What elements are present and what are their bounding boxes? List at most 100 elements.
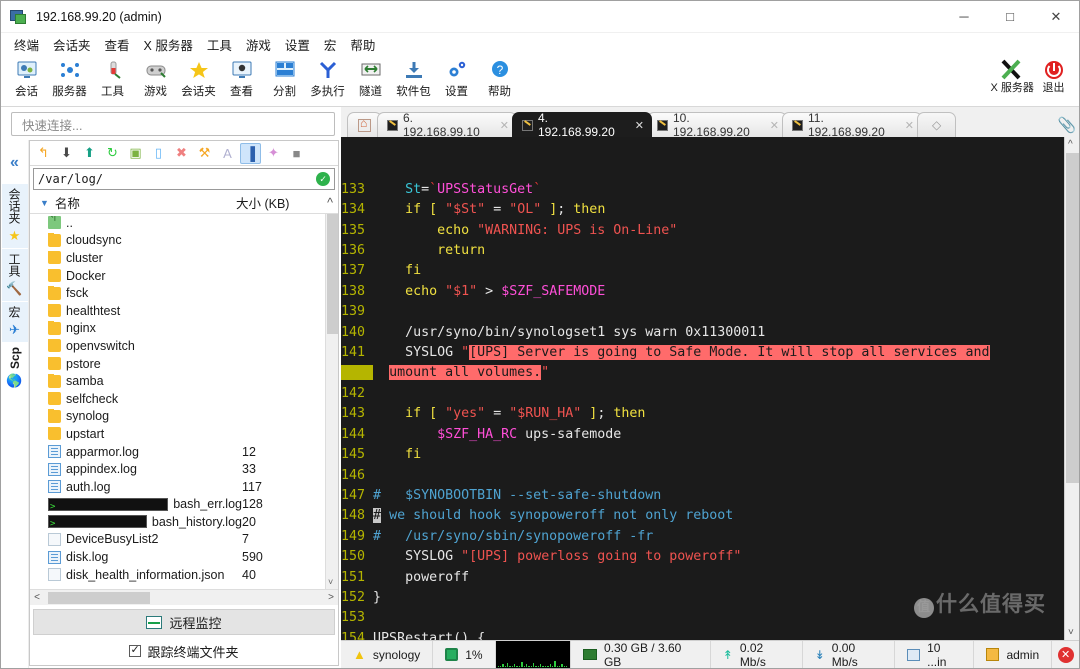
file-row[interactable]: upstart [30,425,338,443]
file-row[interactable]: .. [30,214,338,232]
toolbar-help[interactable]: ? 帮助 [478,55,521,99]
menu-item-8[interactable]: 帮助 [343,33,382,56]
file-row[interactable]: nginx [30,320,338,338]
minimize-button[interactable]: ─ [941,1,987,32]
tab-session-4[interactable]: 11. 192.168.99.20 ✕ [782,111,922,139]
hscroll-track[interactable] [44,591,324,605]
sidebar-vtab-scp[interactable]: Scp 🌎 [1,343,28,394]
file-row[interactable]: synolog [30,408,338,426]
file-row[interactable]: cluster [30,249,338,267]
follow-terminal-folder-checkbox[interactable] [129,643,142,657]
file-row[interactable]: apparmor.log 12 [30,443,338,461]
remote-monitoring-button[interactable]: 远程监控 [33,609,335,635]
file-row[interactable]: disk_health_information.json 40 [30,566,338,584]
scrollbar-thumb[interactable] [327,214,338,334]
tab-session-3[interactable]: 10. 192.168.99.20 ✕ [647,111,787,139]
file-list-horizontal-scrollbar[interactable]: ˂ ˃ [30,589,338,605]
toolbar-games[interactable]: 游戏 [134,55,177,99]
menu-item-3[interactable]: X 服务器 [137,33,200,56]
status-display[interactable]: 10 ...in [895,641,975,669]
file-row[interactable]: bash_history.log20 [30,513,338,531]
sidebar-vtab-item-0[interactable]: 会话夹 ★ [1,184,28,248]
refresh-icon[interactable]: ↻ [102,143,123,164]
new-folder-icon[interactable]: ▣ [125,143,146,164]
tab-close-icon[interactable]: ✕ [770,119,779,132]
status-download[interactable]: ↡ 0.00 Mb/s [803,641,895,669]
text-mode-icon[interactable]: A [217,143,238,164]
sidebar-vtab-item-2[interactable]: 宏 ✈ [1,302,28,342]
file-row[interactable]: samba [30,372,338,390]
toolbar-sessions-folder[interactable]: 会话夹 [177,55,220,99]
new-tab-button[interactable]: ◇ [917,112,957,137]
sidebar-vtab-item-1[interactable]: 工具 🔨 [1,249,28,301]
maximize-button[interactable]: □ [987,1,1033,32]
file-row[interactable]: disk.log 590 [30,548,338,566]
magic-icon[interactable]: ✦ [263,143,284,164]
toolbar-exit[interactable]: 退出 [1032,55,1075,94]
terminal-icon[interactable]: ■ [286,143,307,164]
terminal-scrollbar-thumb[interactable] [1066,153,1079,483]
terminal-screen[interactable]: 133 St=`UPSStatusGet` 134 if [ "$St" = "O… [341,137,1064,640]
file-row[interactable]: selfcheck [30,390,338,408]
path-bar[interactable]: /var/log/ ✓ [33,168,335,190]
file-row[interactable]: appindex.log 33 [30,460,338,478]
disconnect-button[interactable]: ✕ [1052,641,1079,668]
toolbar-packages[interactable]: 软件包 [392,55,435,99]
menu-item-2[interactable]: 查看 [98,33,137,56]
terminal-scroll-up-icon[interactable]: ^ [1068,139,1073,150]
download-icon[interactable]: ⬇ [56,143,77,164]
menu-item-0[interactable]: 终端 [7,33,46,56]
toolbar-tunnel[interactable]: 隧道 [349,55,392,99]
file-row[interactable]: pstore [30,355,338,373]
toolbar-settings[interactable]: 设置 [435,55,478,99]
menu-item-1[interactable]: 会话夹 [46,33,98,56]
toolbar-session[interactable]: 会话 [5,55,48,99]
paperclip-icon[interactable]: 📎 [1055,116,1079,137]
status-user[interactable]: admin [974,641,1053,668]
terminal-scroll-down-icon[interactable]: ˅ [1068,627,1074,638]
file-row[interactable]: cloudsync [30,232,338,250]
toolbar-view[interactable]: 查看 [220,55,263,99]
status-cpu[interactable]: 1% [433,641,496,668]
close-button[interactable]: ✕ [1033,1,1079,32]
tab-close-icon[interactable]: ✕ [635,119,644,132]
file-list-vertical-scrollbar[interactable]: ˅ [325,214,338,589]
delete-icon[interactable]: ✖ [171,143,192,164]
status-host[interactable]: ▲ synology [341,641,434,668]
file-row[interactable]: auth.log 117 [30,478,338,496]
status-memory[interactable]: 0.30 GB / 3.60 GB [571,641,711,669]
file-row[interactable]: openvswitch [30,337,338,355]
quick-connect-input[interactable]: 快速连接... [11,112,335,136]
terminal-scrollbar[interactable]: ^ ˅ [1064,137,1079,640]
toolbar-x-server[interactable]: X 服务器 [989,55,1034,94]
scroll-right-arrow-icon[interactable]: ˃ [324,592,338,603]
menu-item-4[interactable]: 工具 [200,33,239,56]
toolbar-split[interactable]: 分割 [263,55,306,99]
new-file-icon[interactable]: ▯ [148,143,169,164]
tab-session-2[interactable]: 4. 192.168.99.20 ✕ [512,111,652,139]
hscroll-thumb[interactable] [48,591,150,604]
tab-session-1[interactable]: 6. 192.168.99.10 ✕ [377,111,517,139]
status-cpu-graph[interactable] [495,641,571,668]
scroll-left-arrow-icon[interactable]: ˂ [30,592,44,603]
menu-item-7[interactable]: 宏 [317,33,344,56]
binary-mode-icon[interactable]: ▐ [240,142,261,164]
toolbar-multiexec[interactable]: 多执行 [306,55,349,99]
follow-terminal-folder-row[interactable]: 跟踪终端文件夹 [30,637,338,665]
column-header-size[interactable]: 大小 (KB) [236,193,322,212]
go-up-icon[interactable]: ↰ [33,143,54,164]
file-row[interactable]: Docker [30,267,338,285]
toolbar-servers[interactable]: 服务器 [48,55,91,99]
toolbar-tools[interactable]: 工具 [91,55,134,99]
file-row[interactable]: DeviceBusyList2 7 [30,531,338,549]
column-header-name[interactable]: ▼ 名称 [30,193,236,212]
tab-close-icon[interactable]: ✕ [905,119,914,132]
permissions-icon[interactable]: ⚒ [194,143,215,164]
collapse-sidebar-icon[interactable]: « [10,154,19,172]
upload-icon[interactable]: ⬆ [79,143,100,164]
file-row[interactable]: healthtest [30,302,338,320]
status-upload[interactable]: ↟ 0.02 Mb/s [711,641,803,669]
menu-item-5[interactable]: 游戏 [239,33,278,56]
menu-item-6[interactable]: 设置 [278,33,317,56]
tab-close-icon[interactable]: ✕ [500,119,509,132]
